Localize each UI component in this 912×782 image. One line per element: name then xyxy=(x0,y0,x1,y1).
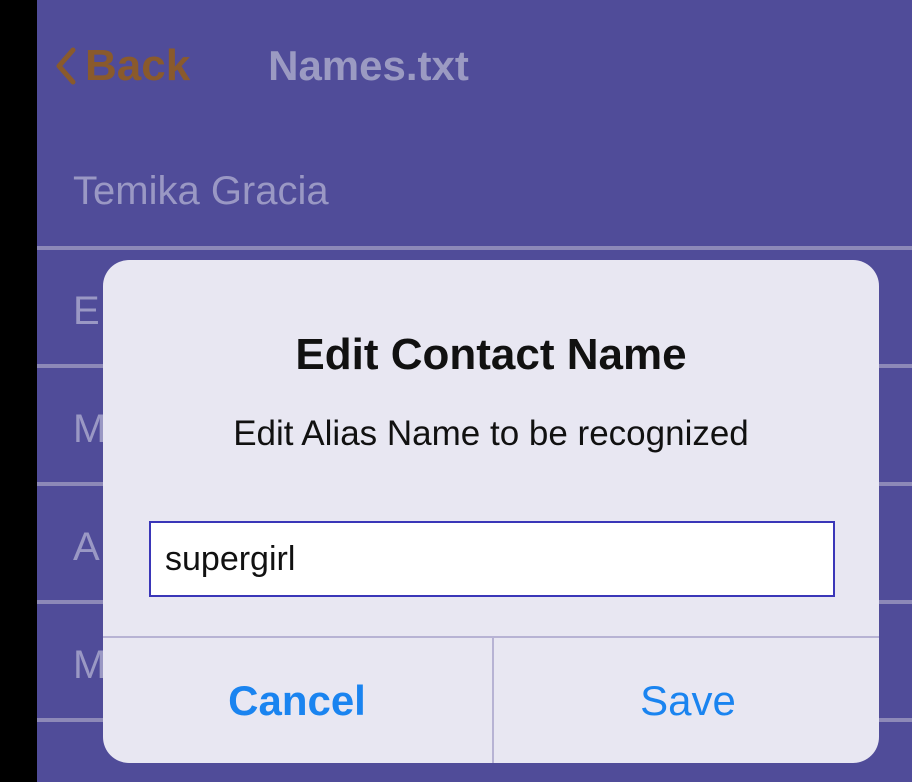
alert-overlay: Edit Contact Name Edit Alias Name to be … xyxy=(0,0,912,782)
alias-name-input[interactable]: supergirl xyxy=(149,521,835,597)
cancel-button[interactable]: Cancel xyxy=(103,638,491,763)
edit-contact-dialog: Edit Contact Name Edit Alias Name to be … xyxy=(103,260,879,763)
dialog-message: Edit Alias Name to be recognized xyxy=(233,414,749,453)
save-button[interactable]: Save xyxy=(492,638,879,763)
dialog-title: Edit Contact Name xyxy=(295,330,687,379)
dialog-actions: Cancel Save xyxy=(103,636,879,763)
